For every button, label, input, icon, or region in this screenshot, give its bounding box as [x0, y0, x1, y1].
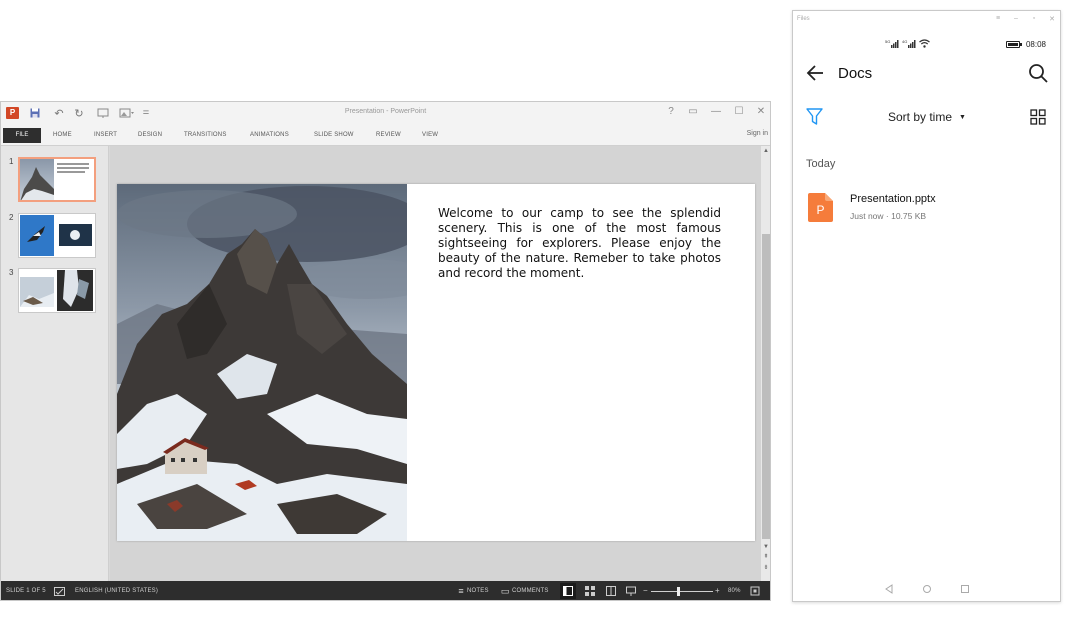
grid-view-icon[interactable]	[1030, 109, 1046, 125]
search-icon[interactable]	[1028, 63, 1048, 83]
close-icon[interactable]: ✕	[1047, 15, 1057, 23]
tab-design[interactable]: DESIGN	[138, 132, 162, 138]
slide-sorter-icon[interactable]	[584, 585, 596, 597]
language-indicator[interactable]: ENGLISH (UNITED STATES)	[75, 588, 158, 594]
scroll-down-icon[interactable]: ▼	[761, 544, 770, 550]
vertical-scrollbar[interactable]: ▲ ▼ ⇞ ⇟	[761, 146, 770, 581]
nav-home-icon[interactable]	[921, 583, 933, 595]
tab-view[interactable]: VIEW	[422, 132, 438, 138]
filter-icon[interactable]	[806, 108, 823, 126]
files-app-window: Files ≡ – ▫ ✕ 5G 4G 08:08 Docs Sort by t…	[792, 10, 1061, 602]
tab-home[interactable]: HOME	[53, 132, 72, 138]
thumbnail-number: 1	[9, 157, 14, 166]
slide-editing-area[interactable]: Welcome to our camp to see the splendid …	[110, 146, 761, 581]
svg-text:P: P	[816, 203, 824, 217]
status-bar: SLIDE 1 OF 5 ENGLISH (UNITED STATES) ≡ N…	[1, 581, 770, 600]
slide-thumbnail-2[interactable]	[18, 213, 96, 258]
notes-button[interactable]: NOTES	[467, 588, 489, 594]
nav-back-icon[interactable]	[883, 583, 895, 595]
svg-text:5G: 5G	[885, 39, 890, 44]
help-icon[interactable]: ?	[664, 106, 678, 117]
wifi-icon	[919, 39, 930, 50]
tab-file[interactable]: FILE	[3, 128, 41, 143]
current-slide[interactable]: Welcome to our camp to see the splendid …	[117, 184, 755, 541]
notes-icon[interactable]: ≡	[455, 585, 467, 597]
thumbnail-number: 3	[9, 268, 14, 277]
sign-in-link[interactable]: Sign in	[747, 130, 768, 137]
tab-slide-show[interactable]: SLIDE SHOW	[314, 132, 354, 138]
minimize-icon[interactable]: —	[709, 106, 723, 117]
zoom-slider[interactable]	[651, 591, 713, 592]
fit-slide-icon[interactable]	[749, 585, 761, 597]
close-icon[interactable]: ✕	[754, 106, 768, 117]
back-arrow-icon[interactable]	[805, 63, 825, 83]
window-title: Presentation - PowerPoint	[344, 108, 427, 115]
signal-4g-icon: 4G	[902, 39, 916, 50]
maximize-icon[interactable]: ▫	[1029, 15, 1039, 22]
zoom-in-icon[interactable]: +	[715, 586, 720, 595]
signal-5g-icon: 5G	[885, 39, 899, 50]
nav-recents-icon[interactable]	[959, 583, 971, 595]
chevron-down-icon[interactable]: ▼	[959, 114, 966, 121]
slide-show-icon[interactable]	[625, 585, 637, 597]
previous-slide-icon[interactable]: ⇞	[761, 553, 770, 560]
slide-counter: SLIDE 1 OF 5	[6, 588, 46, 594]
file-meta: Just now · 10.75 KB	[850, 211, 927, 221]
zoom-slider-handle[interactable]	[677, 587, 680, 596]
ribbon-display-icon[interactable]: ▭	[686, 106, 700, 117]
minimize-icon[interactable]: –	[1011, 15, 1021, 22]
thumbnail-number: 2	[9, 213, 14, 222]
spell-check-icon[interactable]	[53, 585, 65, 597]
scrollbar-thumb[interactable]	[762, 234, 770, 539]
section-header-today: Today	[806, 158, 836, 170]
tab-review[interactable]: REVIEW	[376, 132, 401, 138]
window-header: Files ≡ – ▫ ✕	[793, 11, 1060, 29]
tab-transitions[interactable]: TRANSITIONS	[184, 132, 227, 138]
ribbon-tabs: FILE HOME INSERT DESIGN TRANSITIONS ANIM…	[1, 124, 770, 146]
file-name: Presentation.pptx	[850, 193, 936, 205]
normal-view-icon[interactable]	[560, 583, 576, 599]
slide-thumbnail-pane: 1 2 3	[1, 146, 109, 581]
scroll-up-icon[interactable]: ▲	[761, 148, 770, 154]
sort-dropdown[interactable]: Sort by time	[888, 110, 952, 124]
app-name: Files	[797, 16, 810, 22]
next-slide-icon[interactable]: ⇟	[761, 564, 770, 571]
tab-insert[interactable]: INSERT	[94, 132, 117, 138]
powerpoint-window: P ↶ ↻ = Presentation - PowerPoint ? ▭ — …	[0, 101, 771, 601]
clock: 08:08	[1025, 40, 1046, 49]
restore-icon[interactable]: ☐	[732, 106, 746, 117]
android-nav-bar	[793, 583, 1060, 599]
tab-animations[interactable]: ANIMATIONS	[250, 132, 289, 138]
mountain-photo[interactable]	[117, 184, 407, 541]
battery-icon	[1006, 41, 1022, 48]
page-title: Docs	[838, 65, 873, 82]
zoom-out-icon[interactable]: −	[643, 586, 648, 595]
slide-thumbnail-3[interactable]	[18, 268, 96, 313]
comments-button[interactable]: COMMENTS	[512, 588, 549, 594]
title-bar: P ↶ ↻ = Presentation - PowerPoint ? ▭ — …	[1, 102, 770, 124]
slide-thumbnail-1[interactable]	[18, 157, 96, 202]
slide-body-text[interactable]: Welcome to our camp to see the splendid …	[438, 206, 721, 281]
phone-status-bar: 5G 4G 08:08	[793, 39, 1060, 51]
zoom-level[interactable]: 80%	[728, 588, 741, 594]
pptx-file-icon: P	[808, 193, 833, 222]
reading-view-icon[interactable]	[605, 585, 617, 597]
svg-text:4G: 4G	[902, 39, 907, 44]
menu-icon[interactable]: ≡	[993, 15, 1003, 22]
comments-icon[interactable]: ▭	[499, 585, 511, 597]
